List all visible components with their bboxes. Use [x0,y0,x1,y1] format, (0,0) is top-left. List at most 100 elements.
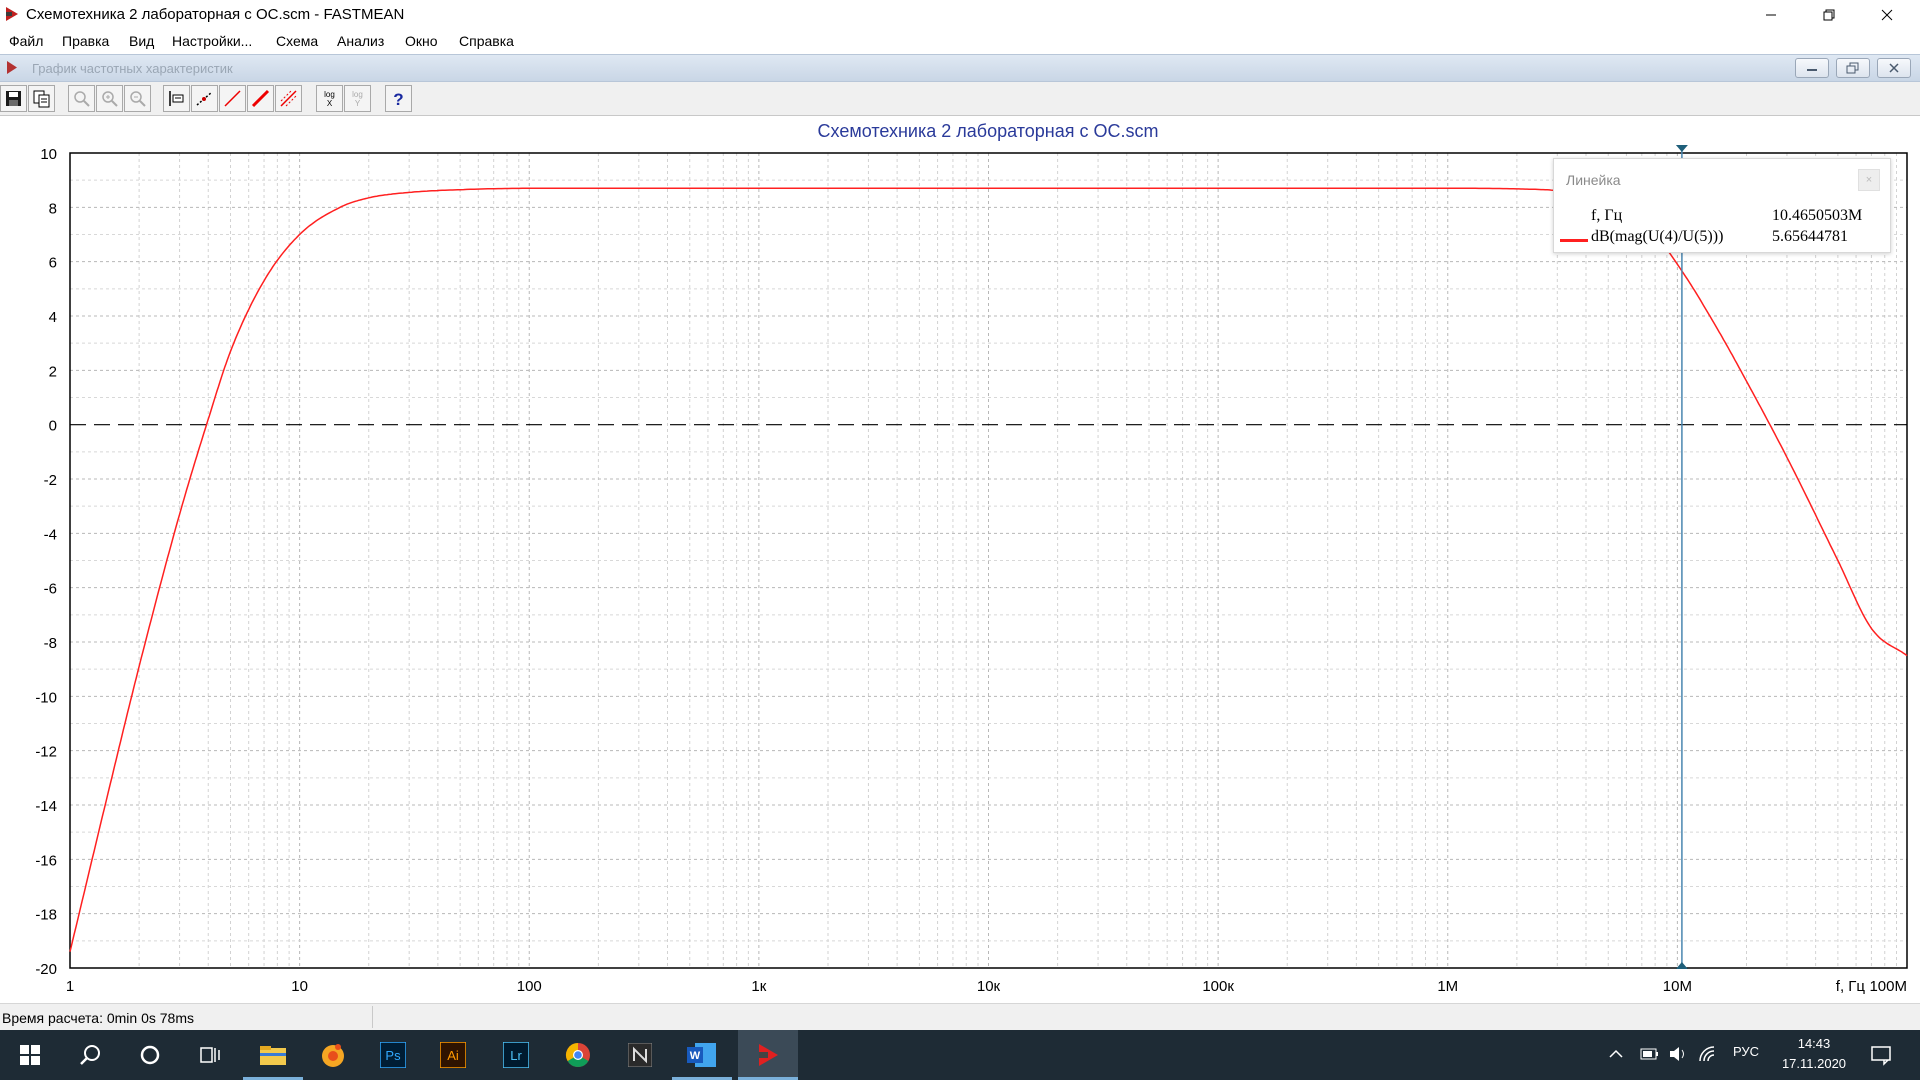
close-icon [1881,9,1893,20]
y-tick-label: 8 [49,200,57,217]
file-explorer-button[interactable] [243,1030,303,1080]
clock[interactable]: 14:43 17.11.2020 [1776,1034,1852,1074]
series-color-swatch [1560,239,1588,242]
minimize-icon [1807,69,1817,71]
x-tick-label: 1 [66,978,74,995]
chrome-button[interactable] [548,1030,608,1080]
log-y-button[interactable]: log Y [344,85,371,112]
cursor-top-marker[interactable] [1675,145,1688,152]
thick-line-button[interactable] [247,85,274,112]
menu-analysis[interactable]: Анализ [337,33,384,49]
menu-file[interactable]: Файл [9,33,43,49]
notification-center-icon[interactable] [1870,1044,1892,1066]
zoom-in-button[interactable] [96,85,123,112]
x-tick-label: 100М [1869,978,1907,995]
child-minimize-button[interactable] [1795,58,1829,78]
menu-help[interactable]: Справка [459,33,514,49]
copy-icon [33,90,50,108]
grid-icon [280,90,297,107]
x-tick-label: 1к [751,978,766,995]
menu-window[interactable]: Окно [405,33,438,49]
save-button[interactable] [0,85,27,112]
photoshop-button[interactable]: Ps [363,1030,423,1080]
y-tick-label: -6 [44,581,57,598]
zoom-button[interactable] [68,85,95,112]
menu-edit[interactable]: Правка [62,33,109,49]
save-icon [6,91,21,106]
ruler-x-value: 10.4650503M [1772,207,1863,224]
task-view-button[interactable] [180,1030,240,1080]
x-tick-label: 10к [977,978,1001,995]
fastmean-icon [759,1044,778,1066]
line-button[interactable] [219,85,246,112]
minimize-button[interactable] [1748,0,1794,29]
menu-settings[interactable]: Настройки... [172,33,252,49]
window-title: Схемотехника 2 лабораторная с ОС.scm - F… [26,6,405,23]
file-explorer-icon [260,1046,286,1065]
menu-view[interactable]: Вид [129,33,154,49]
log-y-axis-label: Y [355,99,361,108]
child-close-button[interactable] [1877,58,1911,78]
x-tick-label: 1М [1437,978,1458,995]
illustrator-button[interactable]: Ai [423,1030,483,1080]
ruler-y-label: dB(mag(U(4)/U(5))) [1591,228,1724,245]
wifi-icon[interactable] [1698,1045,1718,1063]
ruler-icon [169,91,184,106]
help-button[interactable]: ? [385,85,412,112]
notion-button[interactable] [610,1030,670,1080]
restore-icon [1846,62,1859,74]
plot-area[interactable]: Схемотехника 2 лабораторная с ОС.scm 10 8… [0,117,1920,997]
windows-start-icon [20,1045,40,1065]
help-label: ? [393,90,403,109]
marker-icon [196,91,213,106]
volume-icon[interactable] [1668,1045,1688,1063]
calc-time-status: Время расчета: 0min 0s 78ms [2,1010,195,1026]
ruler-button[interactable] [163,85,190,112]
lightroom-label: Lr [510,1048,522,1063]
ruler-panel[interactable]: Линейка × f, Гц 10.4650503M dB(mag(U(4)/… [1553,158,1891,253]
clock-date: 17.11.2020 [1781,1056,1847,1071]
child-restore-button[interactable] [1836,58,1870,78]
grid-button[interactable] [275,85,302,112]
y-tick-label: -18 [35,907,57,924]
y-tick-label: 0 [49,418,57,435]
task-view-icon [200,1047,220,1063]
restore-button[interactable] [1806,0,1852,29]
cortana-icon [140,1045,160,1065]
grid [70,153,1907,968]
show-hidden-icons-icon[interactable] [1609,1049,1623,1059]
child-window-title: График частотных характеристик [32,61,233,76]
thick-line-icon [251,89,270,108]
photoshop-icon: Ps [380,1042,406,1068]
close-button[interactable] [1864,0,1910,29]
y-tick-label: -4 [44,526,57,543]
help-icon: ? [393,90,403,109]
close-icon [1889,63,1899,73]
ruler-close-button[interactable]: × [1858,169,1880,191]
log-x-button[interactable]: log X [316,85,343,112]
word-button[interactable]: W [672,1030,732,1080]
x-tick-label: 100к [1202,978,1234,995]
cortana-button[interactable] [120,1030,180,1080]
illustrator-icon: Ai [440,1042,466,1068]
search-button[interactable] [60,1030,120,1080]
y-tick-label: -12 [35,744,57,761]
fastmean-taskbar-button[interactable] [738,1030,798,1080]
start-button[interactable] [0,1030,60,1080]
lightroom-button[interactable]: Lr [486,1030,546,1080]
log-x-icon: logX [324,90,335,108]
y-tick-label: -2 [44,472,57,489]
line-icon [224,90,241,107]
clock-time: 14:43 [1797,1036,1831,1051]
battery-icon[interactable] [1640,1047,1660,1061]
word-label: W [690,1050,701,1062]
daw-app-button[interactable] [303,1030,363,1080]
x-axis-label: f, Гц [1836,978,1866,995]
input-language[interactable]: РУС [1733,1044,1759,1059]
minimize-icon [1766,14,1776,15]
marker-button[interactable] [191,85,218,112]
zoom-out-button[interactable] [124,85,151,112]
copy-button[interactable] [28,85,55,112]
menu-circuit[interactable]: Схема [276,33,318,49]
fastmean-app-icon [6,7,18,21]
